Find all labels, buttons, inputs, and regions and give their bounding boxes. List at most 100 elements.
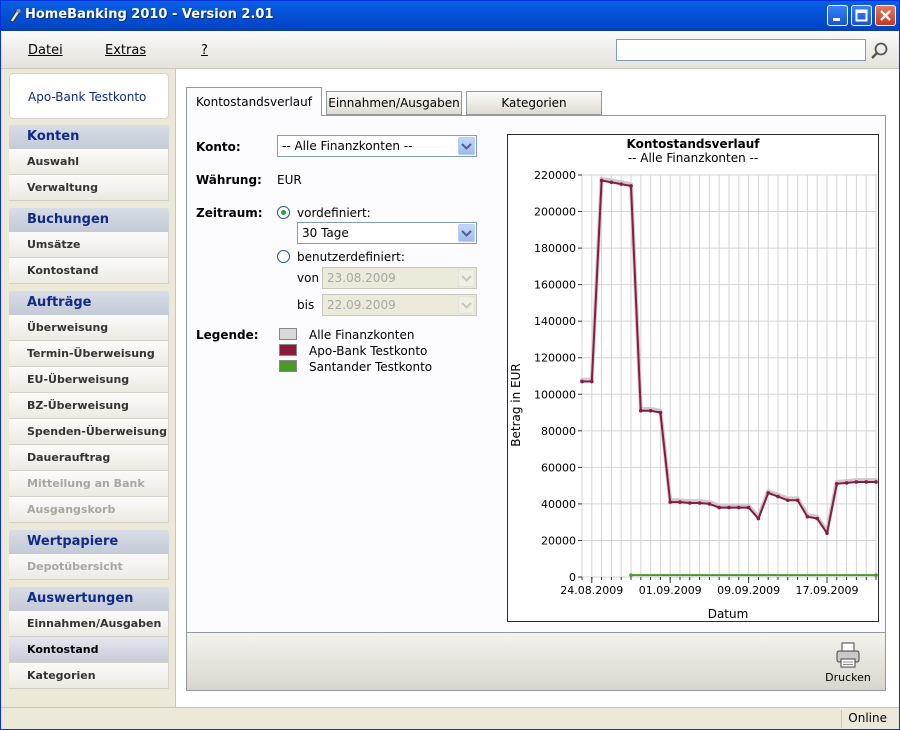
data-point-1 [599, 178, 604, 183]
menu-help[interactable]: ? [201, 43, 208, 58]
y-tick-label: 100000 [534, 388, 576, 401]
close-button[interactable] [875, 5, 896, 26]
data-point-1 [658, 410, 663, 415]
data-point-1 [746, 505, 751, 510]
sidebar-item-depotuebersicht: Depotübersicht [9, 554, 169, 580]
tab-kategorien[interactable]: Kategorien [466, 91, 602, 115]
sidebar-item-umsaetze[interactable]: Umsätze [9, 232, 169, 258]
sidebar-item-auswahl[interactable]: Auswahl [9, 149, 169, 175]
sidebar-item-label: Kategorien [27, 669, 96, 682]
sidebar-item-label: Termin-Überweisung [27, 347, 155, 360]
sidebar-item-einnahmen-ausgaben[interactable]: Einnahmen/Ausgaben [9, 611, 169, 637]
data-point-1 [717, 505, 721, 510]
sidebar-item-kontostand[interactable]: Kontostand [9, 637, 169, 663]
zeitraum-label: Zeitraum: [196, 206, 263, 220]
radio-custom[interactable] [277, 250, 290, 263]
data-point-1 [864, 480, 868, 484]
sidebar-item-eu-ueberweisung[interactable]: EU-Überweisung [9, 367, 169, 393]
y-tick-label: 180000 [534, 242, 576, 255]
konto-select-value: -- Alle Finanzkonten -- [282, 139, 413, 153]
data-point-1 [639, 408, 643, 413]
x-tick-label: 01.09.2009 [639, 584, 702, 597]
sidebar-item-spenden-ueberweisung[interactable]: Spenden-Überweisung [9, 419, 169, 445]
data-point-1 [805, 514, 810, 519]
status-bar: Online [1, 707, 899, 729]
y-tick-label: 80000 [541, 425, 576, 438]
chart-panel: Kontostandsverlauf -- Alle Finanzkonten … [507, 134, 879, 622]
print-button-label: Drucken [825, 671, 871, 684]
chevron-down-icon [458, 296, 475, 314]
minimize-button[interactable] [827, 5, 848, 26]
y-tick-label: 140000 [534, 315, 576, 328]
data-point-1 [648, 408, 653, 413]
data-point-1 [688, 501, 692, 505]
printer-icon [836, 642, 860, 668]
data-point-1 [776, 494, 780, 499]
nav-section-wertpapiere: Wertpapiere [9, 530, 169, 554]
sidebar-item-dauerauftrag[interactable]: Dauerauftrag [9, 445, 169, 471]
radio-predefined[interactable] [277, 206, 290, 219]
nav-section-title: Auswertungen [27, 591, 134, 606]
data-point-1 [795, 498, 800, 503]
legend-swatch-alle [279, 328, 297, 340]
data-point-2 [874, 573, 878, 577]
menu-extras[interactable]: Extras [105, 43, 146, 58]
connection-status: Online [841, 710, 893, 728]
account-name: Apo-Bank Testkonto [28, 90, 147, 104]
chevron-down-icon [458, 137, 475, 155]
sidebar-item-termin-ueberweisung[interactable]: Termin-Überweisung [9, 341, 169, 367]
x-tick-label: 09.09.2009 [717, 584, 780, 597]
data-point-1 [668, 500, 672, 504]
data-point-1 [629, 184, 633, 188]
data-point-1 [825, 531, 829, 535]
data-point-1 [844, 481, 849, 485]
radio-selected-dot [281, 210, 286, 215]
sidebar-item-verwaltung[interactable]: Verwaltung [9, 175, 169, 201]
legende-label: Legende: [196, 328, 259, 342]
action-bar: Drucken [186, 633, 886, 691]
sidebar-item-ueberweisung[interactable]: Überweisung [9, 315, 169, 341]
nav-section-title: Wertpapiere [27, 534, 119, 549]
sidebar-item-label: Dauerauftrag [27, 451, 111, 464]
title-bar[interactable]: HomeBanking 2010 - Version 2.01 [1, 1, 899, 31]
sidebar-item-label: Auswahl [27, 155, 80, 168]
nav-section-title: Konten [27, 129, 80, 144]
chevron-down-icon [458, 269, 475, 287]
search-input[interactable] [616, 39, 866, 61]
y-tick-label: 160000 [534, 279, 576, 292]
konto-select[interactable]: -- Alle Finanzkonten -- [277, 135, 477, 157]
data-point-1 [835, 482, 839, 486]
chevron-down-icon [458, 224, 475, 242]
chart-subtitle: -- Alle Finanzkonten -- [628, 151, 758, 165]
tab-kontostandsverlauf[interactable]: Kontostandsverlauf [186, 87, 322, 116]
sidebar-item-label: Depotübersicht [27, 560, 123, 573]
print-button[interactable]: Drucken [823, 639, 873, 685]
data-point-2 [629, 573, 633, 577]
x-tick-label: 24.08.2009 [560, 584, 623, 597]
tab-einnahmen-ausgaben[interactable]: Einnahmen/Ausgaben [326, 91, 462, 115]
bis-date-picker: 22.09.2009 [322, 294, 477, 316]
menu-datei[interactable]: Datei [28, 43, 63, 58]
window-title: HomeBanking 2010 - Version 2.01 [25, 7, 274, 22]
bis-date-value: 22.09.2009 [327, 298, 396, 312]
data-point-1 [580, 379, 584, 384]
content-area: Kontostandsverlauf Einnahmen/Ausgaben Ka… [175, 69, 899, 707]
search-icon[interactable] [870, 41, 890, 61]
legend-label-santander: Santander Testkonto [309, 360, 433, 374]
legend-label-apo: Apo-Bank Testkonto [309, 344, 428, 358]
nav-section-auftraege: Aufträge [9, 291, 169, 315]
balance-chart: Kontostandsverlauf -- Alle Finanzkonten … [509, 137, 878, 621]
predefined-range-select[interactable]: 30 Tage [297, 222, 477, 244]
von-date-value: 23.08.2009 [327, 271, 396, 285]
maximize-button[interactable] [851, 5, 872, 26]
y-tick-label: 200000 [534, 206, 576, 219]
predefined-range-value: 30 Tage [302, 226, 349, 240]
sidebar: Apo-Bank Testkonto Konten Auswahl Verwal… [9, 73, 169, 693]
sidebar-item-kategorien[interactable]: Kategorien [9, 663, 169, 689]
data-point-1 [756, 516, 761, 521]
sidebar-item-kontostand-buchungen[interactable]: Kontostand [9, 258, 169, 284]
account-selector[interactable]: Apo-Bank Testkonto [9, 73, 169, 119]
x-axis-label: Datum [708, 607, 749, 621]
sidebar-item-bz-ueberweisung[interactable]: BZ-Überweisung [9, 393, 169, 419]
chart-title: Kontostandsverlauf [627, 137, 761, 151]
